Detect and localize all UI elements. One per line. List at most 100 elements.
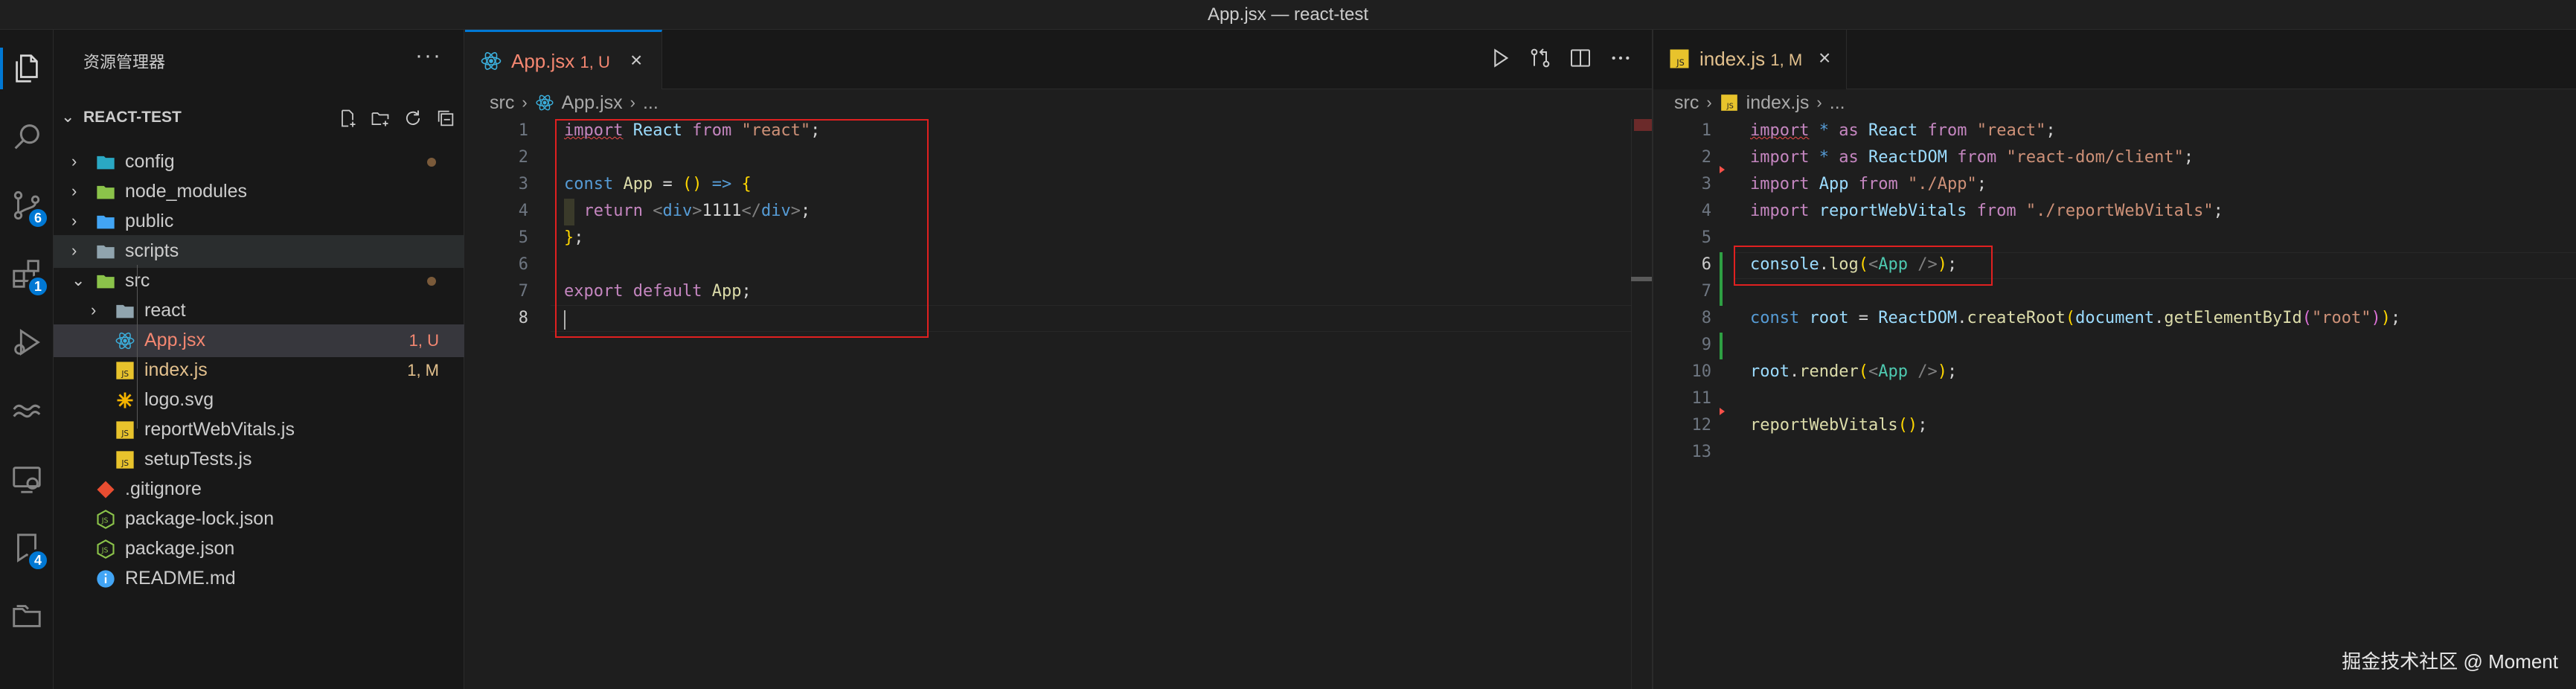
explorer-icon[interactable]: [0, 42, 54, 95]
breadcrumb-more[interactable]: ...: [643, 92, 659, 114]
new-file-icon[interactable]: [336, 107, 359, 129]
close-icon[interactable]: ×: [630, 48, 642, 72]
tree-item-config[interactable]: › config: [54, 146, 464, 179]
tree-item-package-json[interactable]: JS package.json: [54, 533, 464, 565]
source-control-icon[interactable]: 6: [0, 179, 54, 232]
breadcrumb-folder[interactable]: src: [1674, 92, 1699, 114]
tree-item-app-jsx[interactable]: App.jsx 1, U: [54, 324, 464, 357]
react-icon: [481, 52, 502, 70]
json-file-icon: JS: [95, 509, 116, 530]
left-scrollbar[interactable]: [1631, 119, 1652, 689]
line-number: 10: [1691, 362, 1712, 381]
tree-item-reportwebvitals-js[interactable]: JS reportWebVitals.js: [54, 414, 464, 446]
chevron-right-icon: ›: [522, 93, 528, 112]
js-file-icon: JS: [1720, 94, 1737, 111]
testing-badge: 4: [27, 549, 49, 571]
workspace-section-header[interactable]: ⌄ REACT-TEST: [54, 101, 464, 134]
line-number: 13: [1691, 443, 1712, 461]
line-number: 11: [1691, 389, 1712, 408]
svg-text:JS: JS: [121, 429, 129, 438]
tree-item-label: logo.svg: [144, 389, 214, 410]
line-number: 8: [518, 309, 528, 327]
workspace-name: REACT-TEST: [83, 109, 182, 126]
line-number: 3: [1701, 175, 1711, 193]
more-actions-icon[interactable]: ···: [415, 43, 442, 68]
tree-item-readme-md[interactable]: README.md: [54, 563, 464, 595]
run-debug-icon[interactable]: [0, 315, 54, 369]
close-icon[interactable]: ×: [1819, 46, 1830, 70]
explorer-title: 资源管理器: [83, 53, 166, 71]
more-actions-icon[interactable]: [1609, 46, 1633, 70]
code-line-3: import App from "./App";: [1750, 175, 1987, 193]
react-icon: [536, 94, 554, 111]
editor-actions: [1488, 46, 1633, 70]
added-line-marker: [1720, 333, 1723, 359]
line-number: 4: [1701, 202, 1711, 220]
line-number: 8: [1701, 309, 1711, 327]
code-line-4: import reportWebVitals from "./reportWeb…: [1750, 202, 2223, 220]
tree-item-setuptests-js[interactable]: JS setupTests.js: [54, 443, 464, 476]
tree-item-index-js[interactable]: JS index.js 1, M: [54, 354, 464, 387]
tree-item-src[interactable]: ⌄ src: [54, 265, 464, 298]
line-number: 2: [1701, 148, 1711, 167]
extensions-icon[interactable]: 1: [0, 247, 54, 301]
annotation-box: [1734, 246, 1993, 286]
scm-badge: 6: [27, 207, 49, 229]
right-code[interactable]: import * as React from "react"; import *…: [1750, 118, 2569, 467]
chevron-right-icon: ›: [1816, 93, 1822, 112]
chevron-right-icon: ›: [91, 301, 97, 319]
breadcrumb-file[interactable]: App.jsx: [562, 92, 623, 114]
run-icon[interactable]: [1488, 46, 1512, 70]
line-number: 3: [518, 175, 528, 193]
code-line-10: root.render(<App />);: [1750, 362, 1958, 381]
open-changes-icon[interactable]: [1528, 46, 1552, 70]
split-editor-icon[interactable]: [1569, 46, 1592, 70]
new-folder-icon[interactable]: [369, 107, 391, 129]
extensions-badge: 1: [27, 275, 49, 298]
line-number: 12: [1691, 416, 1712, 435]
folder-icon: [95, 182, 116, 202]
tree-item-label: setupTests.js: [144, 449, 252, 470]
refresh-icon[interactable]: [402, 107, 424, 129]
title-bar: App.jsx — react-test: [0, 0, 2576, 30]
tab-index-js[interactable]: JS index.js 1, M ×: [1653, 30, 1847, 89]
tree-item-public[interactable]: › public: [54, 205, 464, 238]
folders-icon[interactable]: [0, 589, 54, 643]
tree-item-gitignore[interactable]: .gitignore: [54, 473, 464, 506]
tree-item-scripts[interactable]: › scripts: [54, 235, 464, 268]
code-line-1: import * as React from "react";: [1750, 121, 2056, 140]
window-title: App.jsx — react-test: [1207, 4, 1369, 25]
tailwind-icon[interactable]: [0, 384, 54, 438]
js-file-icon: JS: [115, 360, 135, 381]
svg-file-icon: [115, 390, 135, 411]
chevron-right-icon: ›: [71, 182, 77, 200]
tree-item-logo-svg[interactable]: logo.svg: [54, 384, 464, 417]
tree-item-label: README.md: [125, 568, 236, 589]
line-number: 4: [518, 202, 528, 220]
deleted-lines-marker: [1720, 408, 1725, 415]
git-status-badge: 1, U: [408, 331, 439, 350]
testing-icon[interactable]: 4: [0, 521, 54, 574]
activity-bar: 6 1 4: [0, 30, 54, 689]
search-icon[interactable]: [0, 110, 54, 164]
breadcrumb-folder[interactable]: src: [490, 92, 514, 114]
info-file-icon: [95, 568, 116, 589]
collapse-all-icon[interactable]: [435, 107, 457, 129]
chevron-right-icon: ›: [629, 93, 635, 112]
remote-explorer-icon[interactable]: [0, 452, 54, 506]
chevron-down-icon: ⌄: [61, 107, 75, 126]
tree-item-package-lock-json[interactable]: JS package-lock.json: [54, 503, 464, 536]
tab-app-jsx[interactable]: App.jsx 1, U ×: [465, 30, 662, 89]
watermark: 掘金技术社区 @ Moment: [2342, 650, 2558, 673]
chevron-right-icon: ›: [71, 152, 77, 170]
svg-text:JS: JS: [101, 517, 109, 525]
editor-group-divider[interactable]: [1652, 30, 1653, 689]
tree-item-react[interactable]: › react: [54, 295, 464, 327]
breadcrumb-file[interactable]: index.js: [1746, 92, 1810, 114]
tab-label: index.js 1, M: [1699, 48, 1803, 70]
tree-item-node-modules[interactable]: › node_modules: [54, 176, 464, 208]
tree-item-label: react: [144, 300, 186, 321]
json-file-icon: JS: [95, 539, 116, 560]
line-number: 9: [1701, 336, 1711, 354]
breadcrumb-more[interactable]: ...: [1830, 92, 1845, 114]
